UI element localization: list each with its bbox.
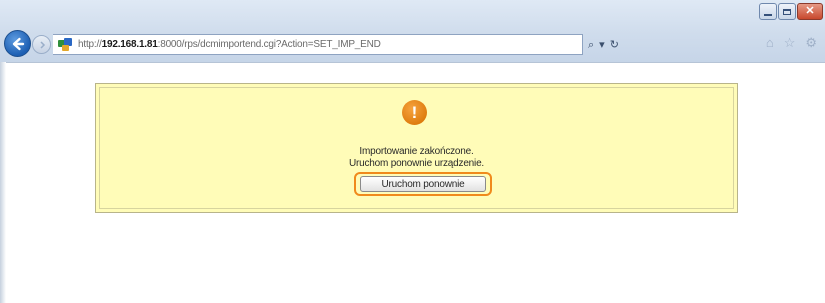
close-button[interactable]: ✕ [797, 3, 823, 20]
forward-arrow-icon [39, 40, 45, 49]
window-left-edge [0, 62, 6, 303]
minimize-button[interactable] [759, 3, 777, 20]
forward-button[interactable] [32, 35, 51, 54]
window-controls: ✕ [759, 3, 823, 22]
browser-toolbar: ⌂ ☆ ⚙ [766, 36, 817, 49]
back-arrow-icon [12, 37, 24, 50]
dropdown-icon[interactable]: ▾ [599, 39, 605, 51]
page-content: ! Importowanie zakończone. Uruchom ponow… [0, 62, 825, 303]
refresh-icon[interactable]: ↻ [610, 39, 619, 51]
restart-button-highlight: Uruchom ponownie [354, 172, 492, 196]
close-icon: ✕ [805, 5, 815, 17]
url-prefix: http:// [78, 39, 102, 50]
back-button[interactable] [4, 30, 31, 57]
site-favicon-icon [58, 37, 74, 52]
import-complete-message: Importowanie zakończone. [359, 146, 474, 157]
address-tools: ⌕ ▾ ↻ [588, 36, 640, 54]
search-icon[interactable]: ⌕ [588, 39, 594, 51]
minimize-icon [764, 13, 772, 16]
home-icon[interactable]: ⌂ [766, 36, 774, 49]
message-box: ! Importowanie zakończone. Uruchom ponow… [95, 83, 738, 213]
maximize-icon [783, 8, 791, 15]
favorites-star-icon[interactable]: ☆ [784, 36, 796, 49]
navigation-bar: http://192.168.1.81:8000/rps/dcmimporten… [0, 28, 825, 60]
exclamation-icon: ! [402, 100, 427, 125]
address-bar[interactable]: http://192.168.1.81:8000/rps/dcmimporten… [53, 34, 583, 55]
browser-chrome: ✕ http://192.168.1.81:8000/rps/dcmimport… [0, 0, 825, 62]
url-host: 192.168.1.81 [101, 39, 158, 50]
settings-gear-icon[interactable]: ⚙ [805, 36, 817, 49]
url-text[interactable]: http://192.168.1.81:8000/rps/dcmimporten… [78, 39, 381, 50]
restart-device-message: Uruchom ponownie urządzenie. [348, 158, 485, 169]
maximize-button[interactable] [778, 3, 796, 20]
restart-button[interactable]: Uruchom ponownie [360, 176, 486, 192]
url-path: :8000/rps/dcmimportend.cgi?Action=SET_IM… [157, 39, 381, 50]
